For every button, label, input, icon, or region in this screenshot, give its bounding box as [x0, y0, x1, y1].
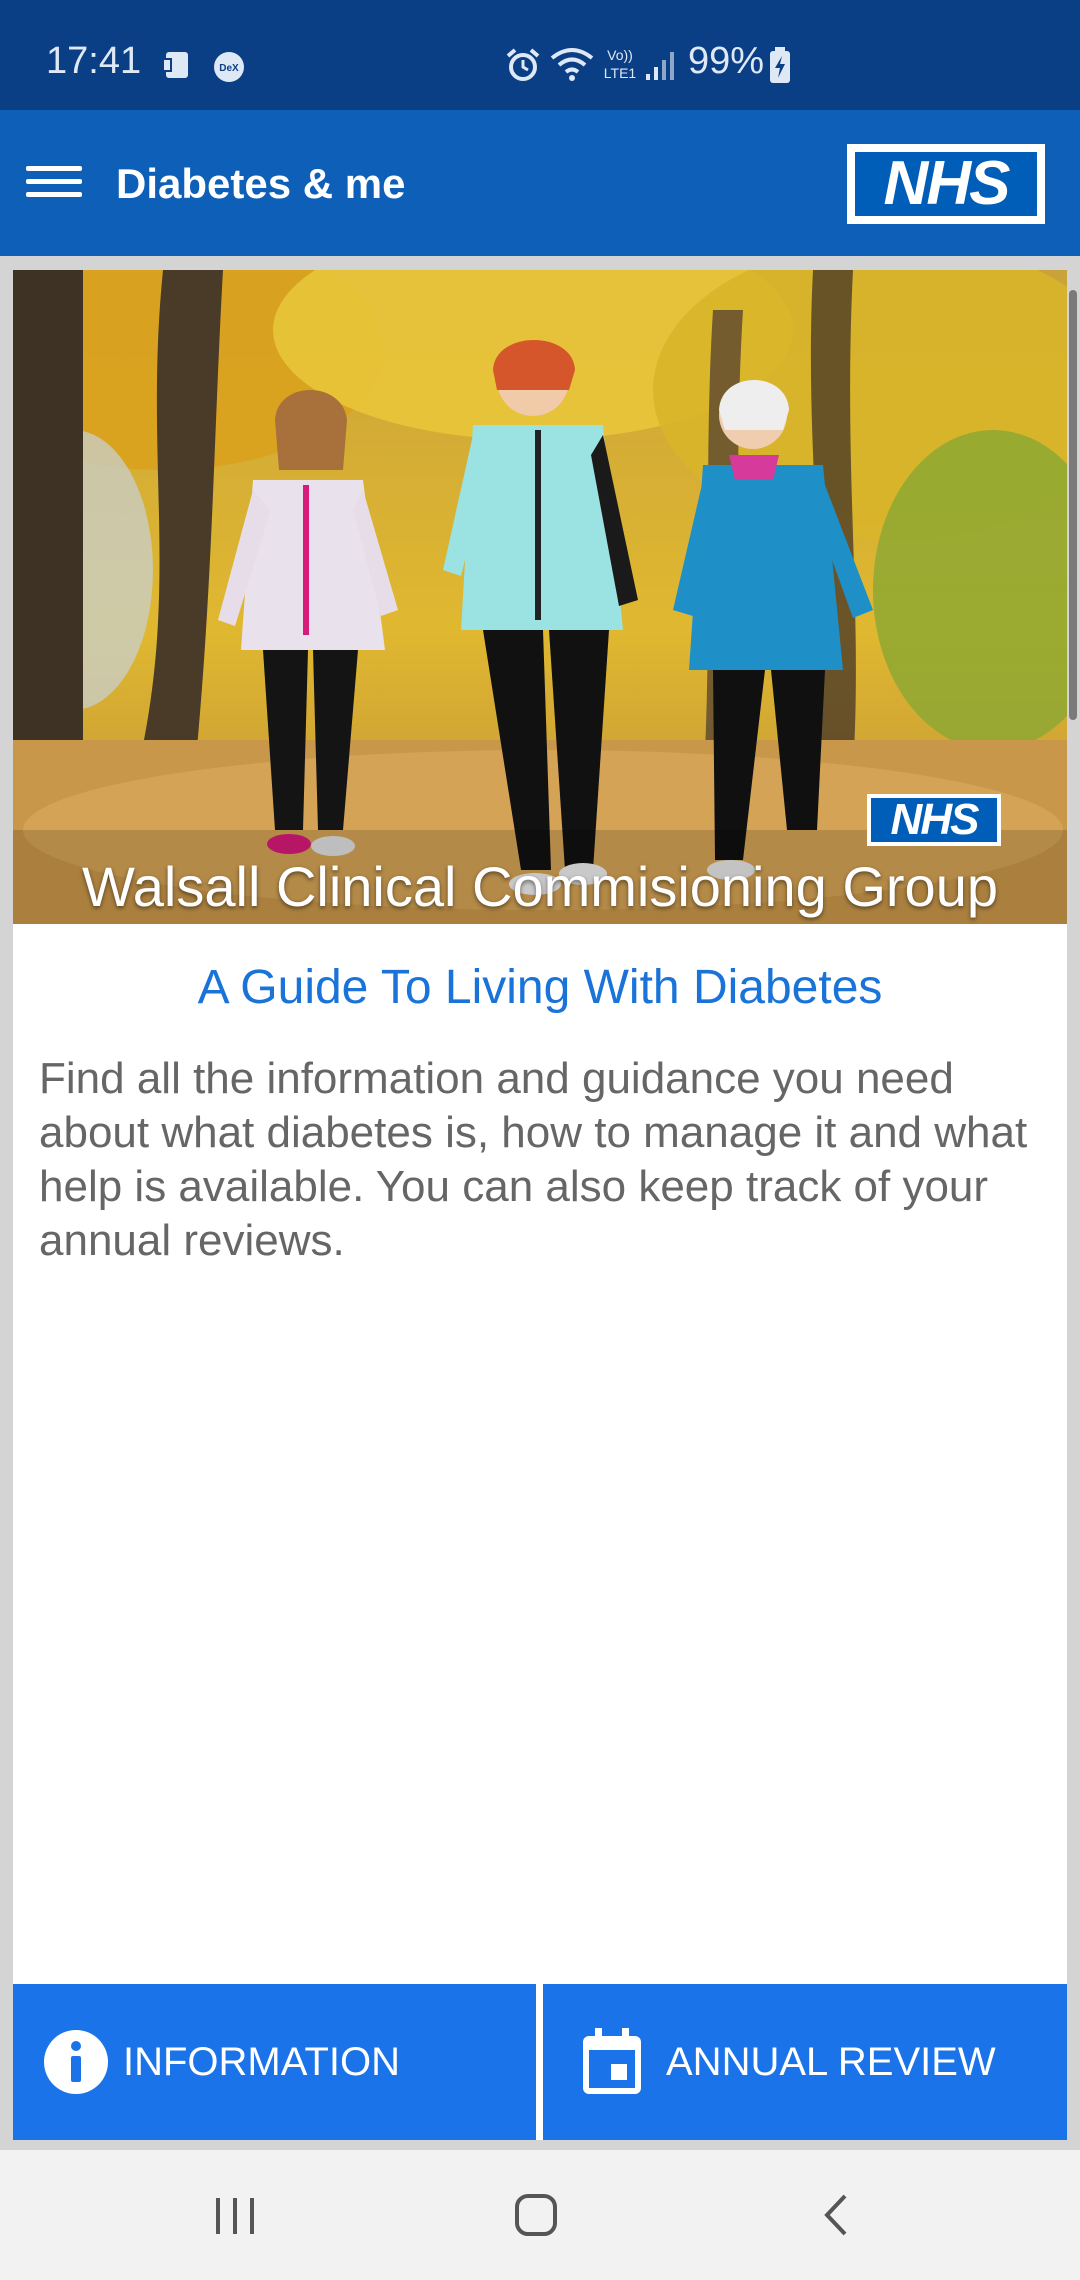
svg-text:LTE1: LTE1 — [604, 65, 637, 81]
wifi-icon — [550, 46, 594, 87]
recent-apps-button[interactable] — [190, 2180, 280, 2250]
back-icon — [824, 2194, 847, 2236]
battery-percentage: 99% — [688, 40, 765, 82]
home-icon — [515, 2194, 557, 2236]
volte-icon: Vo)) LTE1 — [598, 44, 642, 89]
signal-icon — [644, 50, 676, 87]
annual-review-button-label: ANNUAL REVIEW — [666, 2040, 996, 2084]
dex-icon: DeX — [212, 50, 246, 89]
hamburger-line — [26, 179, 82, 184]
svg-text:DeX: DeX — [219, 63, 239, 74]
screenshot-icon — [160, 48, 196, 89]
hero-caption: Walsall Clinical Commisioning Group — [82, 855, 998, 918]
information-button[interactable]: INFORMATION — [13, 1984, 536, 2140]
app-bar: Diabetes & me NHS — [0, 110, 1080, 256]
app-title: Diabetes & me — [116, 160, 406, 207]
scroll-indicator[interactable] — [1069, 290, 1077, 720]
status-time: 17:41 — [46, 40, 142, 82]
alarm-icon — [504, 46, 542, 89]
hero-image: NHS Walsall Clinical Commisioning Group — [13, 270, 1067, 924]
content-card: NHS Walsall Clinical Commisioning Group … — [13, 270, 1067, 2140]
information-button-label: INFORMATION — [123, 2040, 401, 2084]
svg-text:Vo)): Vo)) — [607, 47, 633, 63]
annual-review-button[interactable]: ANNUAL REVIEW — [543, 1984, 1067, 2140]
hero-nhs-logo-text: NHS — [871, 798, 997, 842]
home-button[interactable] — [491, 2180, 581, 2250]
nhs-logo: NHS — [847, 144, 1045, 224]
back-button[interactable] — [793, 2180, 883, 2250]
battery-charging-icon — [768, 46, 792, 89]
recent-apps-icon — [216, 2198, 254, 2234]
info-icon — [42, 2028, 110, 2101]
menu-button[interactable] — [26, 158, 82, 208]
hamburger-line — [26, 166, 82, 171]
navigation-bar — [0, 2150, 1080, 2280]
hamburger-line — [26, 192, 82, 197]
guide-title: A Guide To Living With Diabetes — [197, 961, 883, 1014]
status-bar: 17:41 DeX Vo)) LTE1 99% — [0, 0, 1080, 110]
nhs-logo-text: NHS — [855, 152, 1037, 216]
guide-description: Find all the information and guidance yo… — [39, 1054, 1028, 1265]
hero-nhs-logo: NHS — [867, 794, 1001, 846]
calendar-icon — [581, 2028, 643, 2101]
